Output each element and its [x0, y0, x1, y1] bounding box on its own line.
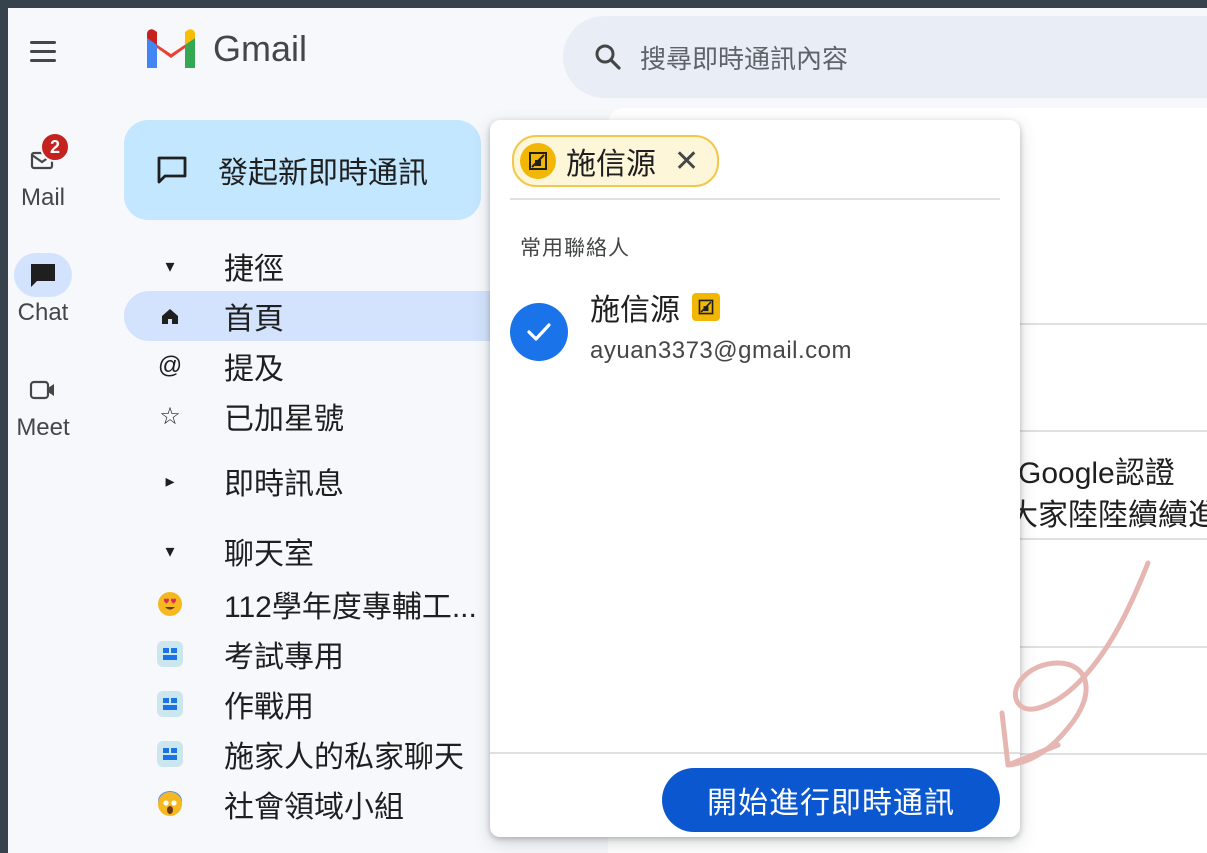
background-message-line: -Google認證	[1008, 457, 1175, 490]
rail-item-mail[interactable]: 2 Mail	[8, 132, 78, 212]
home-icon	[156, 302, 184, 330]
contact-text: 施信源 ayuan3373@gmail.com	[590, 285, 852, 375]
nav-label: 已加星號	[224, 403, 344, 436]
app-name: Gmail	[213, 28, 308, 69]
external-user-icon	[692, 293, 720, 321]
space-label: 考試專用	[224, 641, 344, 674]
caret-down-icon: ▾	[165, 255, 175, 276]
chip-label: 施信源	[566, 148, 656, 181]
search-icon[interactable]	[588, 37, 628, 77]
scream-emoji-icon	[156, 790, 184, 818]
menu-line	[30, 58, 56, 62]
divider	[1008, 323, 1207, 325]
rail-item-chat[interactable]: Chat	[8, 253, 78, 327]
heart-eyes-emoji-icon	[156, 590, 184, 618]
caret-right-icon: ▸	[165, 470, 175, 491]
space-label: 社會領域小組	[224, 791, 404, 824]
divider	[490, 752, 1020, 754]
at-icon: @	[157, 352, 183, 379]
caret-down-icon: ▾	[165, 540, 175, 561]
check-icon	[510, 303, 568, 361]
nav-label: 首頁	[224, 303, 284, 336]
nav-label: 提及	[224, 353, 284, 386]
background-message-line: 大家陸陸續續進	[1008, 499, 1207, 532]
rail-item-meet[interactable]: Meet	[8, 368, 78, 442]
video-icon	[14, 368, 72, 412]
nav-label: 捷徑	[224, 253, 284, 286]
remove-chip-icon[interactable]: ✕	[674, 144, 699, 179]
divider	[1008, 538, 1207, 540]
app-rail: 2 Mail Chat Meet	[8, 8, 103, 853]
gmail-m-icon	[147, 29, 195, 68]
contact-item[interactable]: 施信源 ayuan3373@gmail.com	[510, 285, 990, 375]
rail-label: Chat	[17, 299, 69, 326]
rail-label: Mail	[20, 184, 65, 211]
frequent-contacts-heading: 常用聯絡人	[520, 237, 630, 260]
new-chat-label: 發起新即時通訊	[218, 157, 428, 190]
space-label: 施家人的私家聊天	[224, 741, 464, 774]
new-chat-button[interactable]: 發起新即時通訊	[124, 120, 481, 220]
hand-drawn-arrow-annotation	[999, 560, 1151, 768]
new-chat-dialog: 施信源 ✕ 常用聯絡人 施信源 ayuan3373@gmail.com 開始進行…	[490, 120, 1020, 837]
space-label: 作戰用	[224, 691, 314, 724]
main-menu-button[interactable]	[26, 34, 60, 68]
star-icon: ☆	[159, 402, 181, 430]
nav-label: 即時訊息	[224, 468, 344, 501]
selected-recipient-chip[interactable]: 施信源 ✕	[512, 135, 720, 187]
space-label: 112學年度專輔工...	[224, 591, 477, 624]
gmail-window: 2 Mail Chat Meet Gmail 搜尋即時通訊內容 發起新即時通訊 …	[8, 8, 1207, 853]
menu-line	[30, 49, 56, 53]
divider	[1008, 430, 1207, 432]
mail-icon: 2	[14, 132, 72, 182]
contact-email: ayuan3373@gmail.com	[590, 337, 853, 364]
room-grid-icon	[156, 690, 184, 718]
room-grid-icon	[156, 740, 184, 768]
external-user-icon	[520, 143, 556, 179]
chat-search-bar[interactable]: 搜尋即時通訊內容	[563, 16, 1207, 98]
chat-icon	[14, 253, 72, 297]
gmail-logo[interactable]: Gmail	[143, 28, 307, 70]
contact-name-row: 施信源	[590, 285, 852, 329]
start-chat-button[interactable]: 開始進行即時通訊	[662, 768, 1000, 832]
new-chat-icon	[154, 152, 190, 188]
menu-line	[30, 40, 56, 44]
room-grid-icon	[156, 640, 184, 668]
unread-badge: 2	[40, 132, 70, 162]
nav-label: 聊天室	[224, 538, 314, 571]
divider	[510, 198, 1000, 200]
search-placeholder: 搜尋即時通訊內容	[640, 43, 849, 74]
contact-name: 施信源	[590, 294, 680, 327]
rail-label: Meet	[16, 414, 70, 441]
